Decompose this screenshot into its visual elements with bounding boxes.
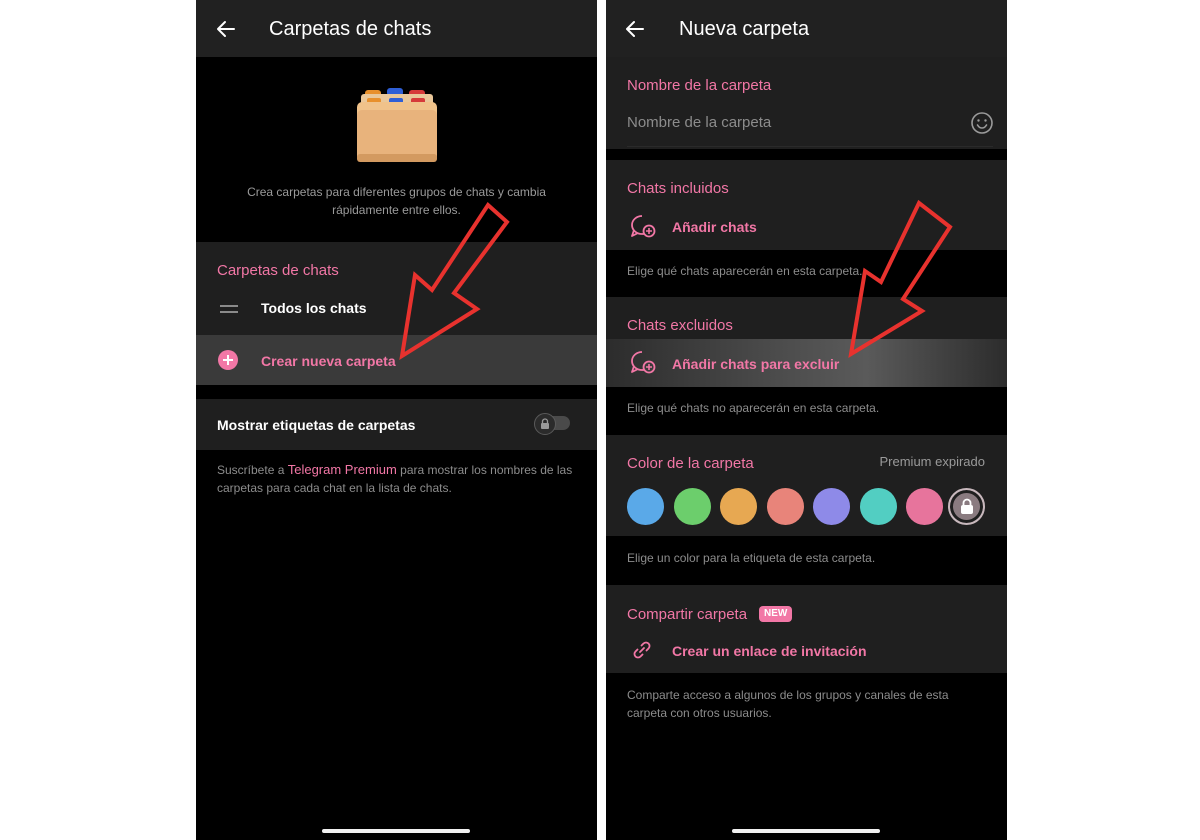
- footer-prefix: Suscríbete a: [217, 463, 288, 477]
- section-header: Chats incluidos: [627, 180, 729, 197]
- create-invite-link-button[interactable]: Crear un enlace de invitación: [606, 630, 1007, 670]
- excluded-hint: Elige qué chats no aparecerán en esta ca…: [627, 401, 880, 415]
- page-title: Carpetas de chats: [269, 18, 432, 40]
- new-badge: NEW: [759, 606, 793, 622]
- folder-row-all-chats[interactable]: Todos los chats: [196, 290, 597, 326]
- add-chats-button[interactable]: Añadir chats: [606, 207, 1007, 247]
- premium-footer: Suscríbete a Telegram Premium para mostr…: [217, 461, 575, 497]
- section-header: Color de la carpeta: [627, 455, 754, 472]
- plus-circle-icon: [218, 350, 238, 370]
- toggle-knob: [534, 413, 556, 435]
- folders-screen: Carpetas de chats Crea carpetas para dif…: [196, 0, 597, 840]
- show-tags-row[interactable]: Mostrar etiquetas de carpetas: [196, 399, 597, 450]
- add-excluded-button[interactable]: Añadir chats para excluir: [606, 339, 1007, 387]
- section-header: Compartir carpeta: [627, 606, 748, 623]
- section-header: Chats excluidos: [627, 317, 733, 334]
- new-folder-screen: Nueva carpeta Nombre de la carpeta Nombr…: [606, 0, 1007, 840]
- add-excluded-label: Añadir chats para excluir: [672, 356, 840, 372]
- create-folder-button[interactable]: Crear nueva carpeta: [196, 335, 597, 385]
- color-swatch[interactable]: [813, 488, 850, 525]
- home-indicator: [322, 829, 470, 833]
- back-arrow-icon[interactable]: [214, 17, 238, 41]
- show-tags-toggle[interactable]: [534, 413, 570, 435]
- color-swatch[interactable]: [673, 488, 711, 525]
- back-arrow-icon[interactable]: [623, 17, 647, 41]
- folder-cabinet-icon: [357, 88, 437, 162]
- lock-icon: [541, 418, 549, 429]
- add-chats-label: Añadir chats: [672, 219, 757, 235]
- color-swatch[interactable]: [906, 488, 943, 525]
- color-section: [606, 435, 1007, 536]
- color-swatch[interactable]: [859, 488, 897, 525]
- chat-add-icon: [631, 351, 656, 374]
- link-icon: [633, 641, 651, 659]
- show-tags-label: Mostrar etiquetas de carpetas: [217, 417, 416, 433]
- section-header: Nombre de la carpeta: [627, 77, 772, 94]
- color-swatch[interactable]: [627, 488, 664, 525]
- color-swatch[interactable]: [720, 488, 757, 525]
- telegram-premium-link[interactable]: Telegram Premium: [288, 462, 397, 477]
- input-underline: [627, 146, 993, 147]
- drag-handle-icon[interactable]: [220, 304, 238, 314]
- folder-label: Todos los chats: [261, 300, 367, 316]
- invite-link-label: Crear un enlace de invitación: [672, 643, 867, 659]
- color-swatch[interactable]: [766, 488, 804, 525]
- section-header: Carpetas de chats: [217, 262, 339, 279]
- app-bar: Carpetas de chats: [196, 0, 597, 57]
- create-folder-label: Crear nueva carpeta: [261, 353, 396, 369]
- color-locked-button[interactable]: [948, 488, 985, 525]
- page-title: Nueva carpeta: [679, 18, 810, 40]
- lock-icon: [961, 498, 973, 514]
- intro-text: Crea carpetas para diferentes grupos de …: [247, 185, 546, 217]
- share-hint: Comparte acceso a algunos de los grupos …: [627, 688, 949, 720]
- app-bar: Nueva carpeta: [606, 0, 1007, 57]
- color-hint: Elige un color para la etiqueta de esta …: [627, 551, 876, 565]
- name-placeholder: Nombre de la carpeta: [627, 114, 772, 131]
- home-indicator: [732, 829, 880, 833]
- folder-name-input[interactable]: Nombre de la carpeta: [627, 105, 967, 139]
- chat-add-icon: [631, 215, 656, 238]
- premium-status: Premium expirado: [879, 454, 986, 469]
- included-hint: Elige qué chats aparecerán en esta carpe…: [627, 264, 863, 278]
- emoji-icon[interactable]: [970, 111, 994, 135]
